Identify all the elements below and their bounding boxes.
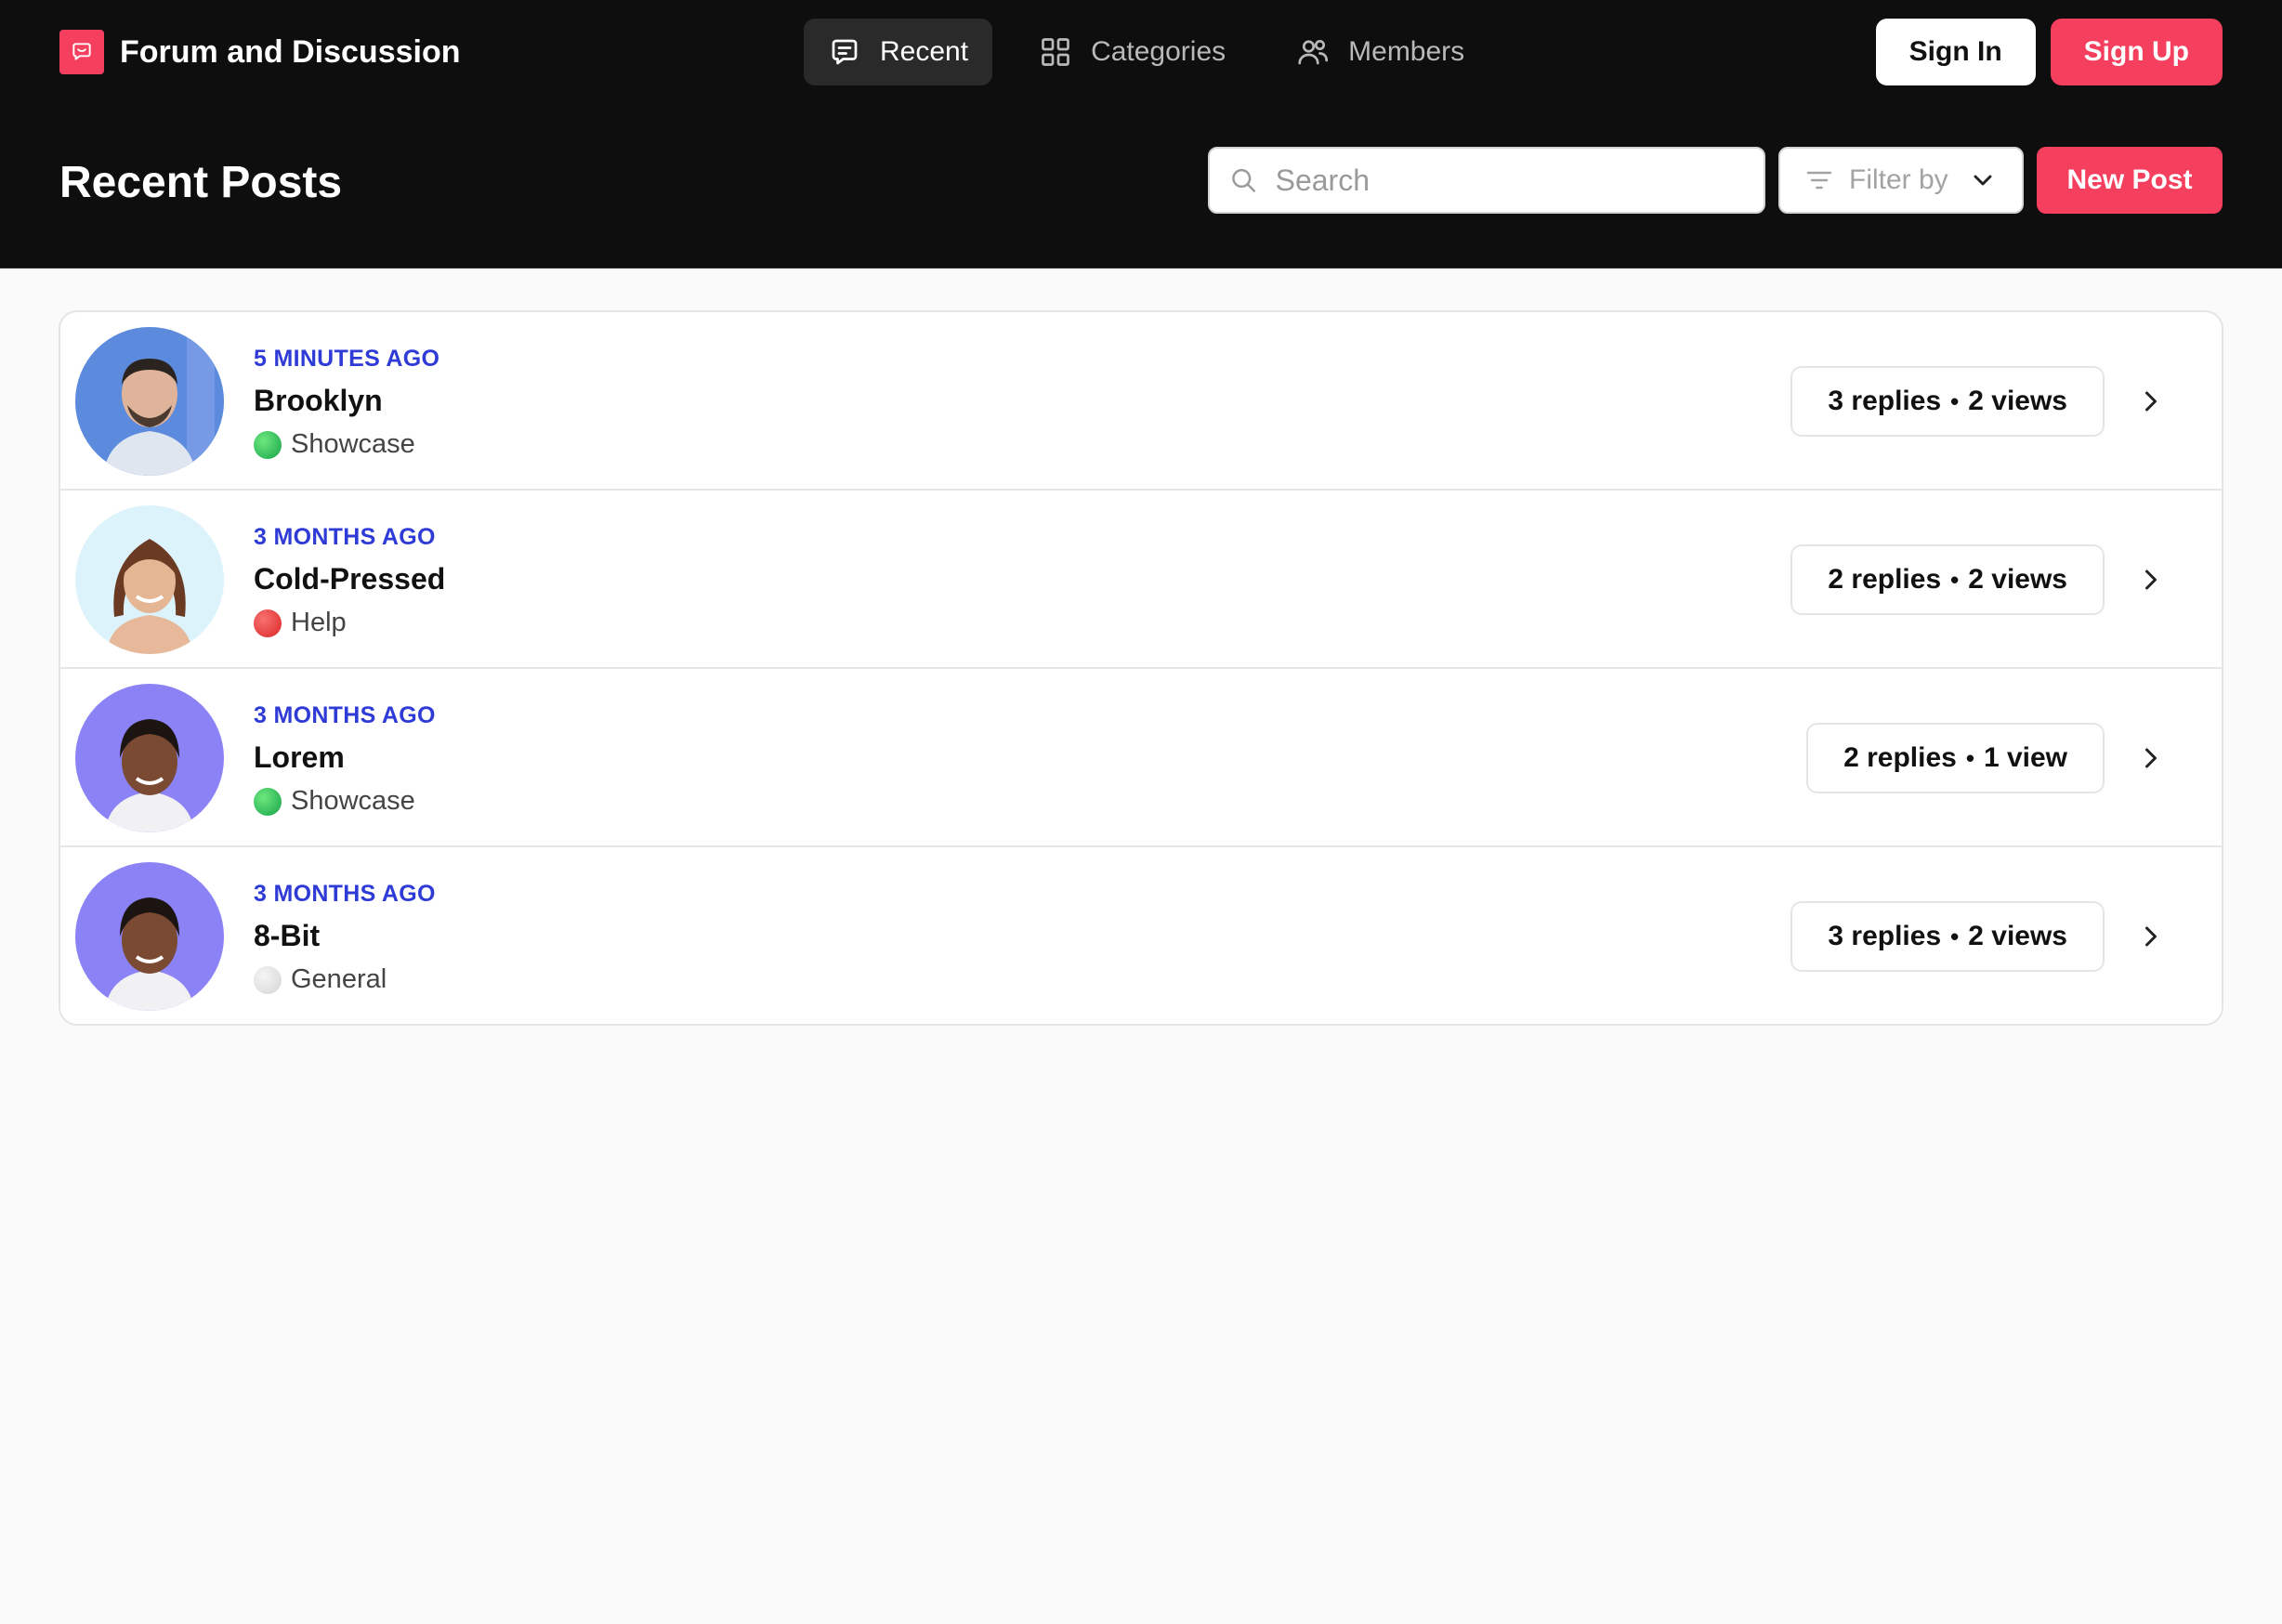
post-row[interactable]: 3 MONTHS AGO Lorem Showcase 2 replies • … <box>60 669 2222 847</box>
avatar <box>75 505 224 654</box>
post-category[interactable]: Help <box>254 608 445 638</box>
chevron-down-icon <box>1974 175 1992 186</box>
main-nav: Recent Categories Members <box>804 19 1489 85</box>
chevron-right-icon[interactable] <box>2134 563 2168 596</box>
stats-separator: • <box>1965 743 1974 772</box>
avatar <box>75 862 224 1011</box>
nav-categories-label: Categories <box>1091 36 1226 67</box>
new-post-button[interactable]: New Post <box>2037 147 2223 214</box>
post-list: 5 MINUTES AGO Brooklyn Showcase 3 replie… <box>59 310 2223 1026</box>
avatar <box>75 684 224 832</box>
nav-members-label: Members <box>1348 36 1465 67</box>
post-row[interactable]: 3 MONTHS AGO 8-Bit General 3 replies • 2… <box>60 847 2222 1024</box>
users-icon <box>1298 39 1329 65</box>
category-label: Showcase <box>291 429 415 459</box>
nav-recent[interactable]: Recent <box>804 19 993 85</box>
category-dot <box>254 787 282 816</box>
post-meta: 3 MONTHS AGO Lorem Showcase <box>254 702 436 817</box>
auth-buttons: Sign In Sign Up <box>1875 19 2223 85</box>
post-author[interactable]: Cold-Pressed <box>254 562 445 596</box>
chat-bubble-icon <box>59 30 104 74</box>
sign-in-button[interactable]: Sign In <box>1875 19 2036 85</box>
category-label: Help <box>291 608 347 637</box>
post-time: 3 MONTHS AGO <box>254 881 436 907</box>
post-row[interactable]: 5 MINUTES AGO Brooklyn Showcase 3 replie… <box>60 312 2222 491</box>
category-label: General <box>291 964 387 994</box>
toolbar: Filter by New Post <box>1208 147 2223 217</box>
stats-separator: • <box>1950 922 1960 950</box>
avatar <box>75 327 224 476</box>
title-row: Recent Posts Filter by New Post <box>59 147 2223 217</box>
search-icon <box>1232 168 1256 192</box>
category-dot <box>254 609 282 637</box>
search-box[interactable] <box>1208 147 1765 214</box>
grid-icon <box>1042 38 1069 66</box>
views-count: 2 views <box>1968 564 2067 595</box>
category-dot <box>254 965 282 994</box>
post-category[interactable]: General <box>254 964 436 995</box>
post-stats: 2 replies • 1 view <box>1806 723 2105 793</box>
replies-count: 3 replies <box>1828 921 1942 951</box>
header-bar: Forum and Discussion Recent Categories M… <box>0 0 2282 268</box>
filter-icon <box>1806 171 1832 190</box>
post-stats: 2 replies • 2 views <box>1790 544 2105 615</box>
post-meta: 3 MONTHS AGO 8-Bit General <box>254 881 436 995</box>
category-label: Showcase <box>291 786 415 816</box>
post-author[interactable]: 8-Bit <box>254 919 436 953</box>
chevron-right-icon[interactable] <box>2134 741 2168 775</box>
sign-up-button[interactable]: Sign Up <box>2050 19 2223 85</box>
post-meta: 5 MINUTES AGO Brooklyn Showcase <box>254 346 439 460</box>
views-count: 2 views <box>1968 921 2067 951</box>
nav-members[interactable]: Members <box>1272 19 1489 85</box>
brand[interactable]: Forum and Discussion <box>59 30 461 74</box>
post-row[interactable]: 3 MONTHS AGO Cold-Pressed Help 2 replies… <box>60 491 2222 669</box>
replies-count: 2 replies <box>1828 564 1942 595</box>
stats-separator: • <box>1950 386 1960 415</box>
nav-categories[interactable]: Categories <box>1015 19 1250 85</box>
replies-count: 2 replies <box>1843 742 1957 773</box>
post-stats: 3 replies • 2 views <box>1790 901 2105 972</box>
nav-recent-label: Recent <box>880 36 969 67</box>
message-square-icon <box>832 39 858 65</box>
views-count: 2 views <box>1968 386 2067 416</box>
top-nav: Forum and Discussion Recent Categories M… <box>59 19 2223 85</box>
page-title: Recent Posts <box>59 157 343 207</box>
filter-dropdown[interactable]: Filter by <box>1778 147 2024 214</box>
chevron-right-icon[interactable] <box>2134 385 2168 418</box>
post-category[interactable]: Showcase <box>254 786 436 817</box>
category-dot <box>254 430 282 459</box>
post-author[interactable]: Lorem <box>254 740 436 775</box>
search-input[interactable] <box>1273 162 1745 199</box>
post-time: 5 MINUTES AGO <box>254 346 440 372</box>
stats-separator: • <box>1950 565 1960 594</box>
post-time: 3 MONTHS AGO <box>254 702 436 728</box>
post-time: 3 MONTHS AGO <box>254 524 436 550</box>
replies-count: 3 replies <box>1828 386 1942 416</box>
app-title: Forum and Discussion <box>120 33 461 70</box>
post-stats: 3 replies • 2 views <box>1790 366 2105 437</box>
post-meta: 3 MONTHS AGO Cold-Pressed Help <box>254 524 445 638</box>
filter-label: Filter by <box>1849 164 1948 195</box>
post-author[interactable]: Brooklyn <box>254 384 439 418</box>
views-count: 1 view <box>1983 742 2067 773</box>
post-category[interactable]: Showcase <box>254 429 439 460</box>
chevron-right-icon[interactable] <box>2134 920 2168 953</box>
